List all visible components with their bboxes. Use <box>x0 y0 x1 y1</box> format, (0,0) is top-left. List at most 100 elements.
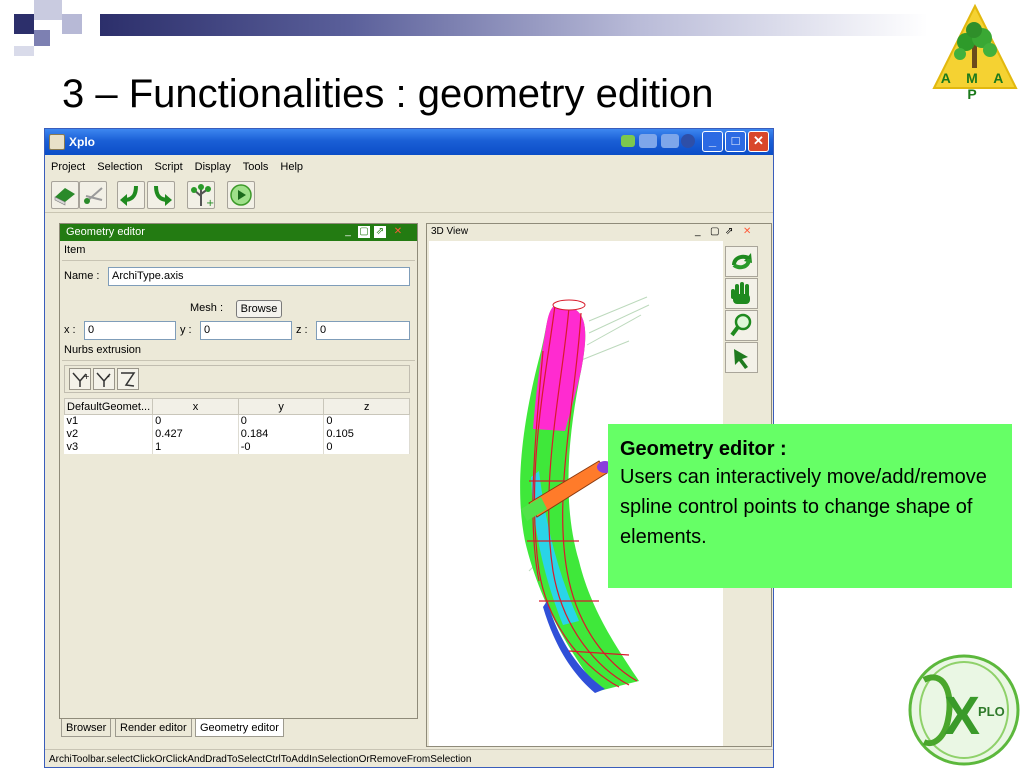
status-bar: ArchiToolbar.selectClickOrClickAndDradTo… <box>45 749 773 767</box>
eraser-icon <box>54 188 75 206</box>
undo-button[interactable] <box>147 181 175 209</box>
table-row[interactable]: v3 1 -0 0 <box>64 441 410 454</box>
menu-selection[interactable]: Selection <box>97 161 142 173</box>
panel-maximize-icon[interactable]: ▢ <box>358 226 370 238</box>
rotate-icon <box>732 253 752 270</box>
x-label: x : <box>64 324 76 336</box>
svg-text:+: + <box>83 372 90 381</box>
table-cell[interactable]: v1 <box>64 414 154 428</box>
scissors-icon <box>84 187 103 204</box>
undo-arrow-icon <box>154 185 172 206</box>
amap-logo-text: A M A P <box>940 70 1010 102</box>
item-label: Item <box>64 244 86 256</box>
rotate-tool-button[interactable] <box>725 246 758 277</box>
hand-pan-icon <box>731 282 750 304</box>
panel-minimize-icon[interactable]: _ <box>342 226 354 238</box>
titlebar-extras-icon[interactable] <box>621 133 699 150</box>
3d-view-header[interactable]: 3D View _ ▢ ⇗ ✕ <box>427 224 771 240</box>
z-field[interactable]: 0 <box>316 321 410 340</box>
close-button[interactable]: ✕ <box>748 131 769 152</box>
table-cell[interactable]: 0.427 <box>152 428 239 441</box>
table-cell[interactable]: -0 <box>238 441 325 454</box>
tab-render-editor[interactable]: Render editor <box>115 719 192 737</box>
callout-heading: Geometry editor : <box>620 438 787 460</box>
table-header-y[interactable]: y <box>237 398 325 415</box>
corner-square-light <box>62 14 82 34</box>
mesh-label: Mesh : <box>190 302 224 314</box>
tab-geometry-editor[interactable]: Geometry editor <box>195 719 284 737</box>
x-field[interactable]: 0 <box>84 321 176 340</box>
view-close-icon[interactable]: ✕ <box>743 224 751 240</box>
play-button[interactable] <box>227 181 255 209</box>
table-row[interactable]: v1 0 0 0 <box>64 414 410 428</box>
redo-button[interactable] <box>117 181 145 209</box>
y-field[interactable]: 0 <box>200 321 292 340</box>
menubar: Project Selection Script Display Tools H… <box>45 155 773 179</box>
window-titlebar[interactable]: Xplo _ □ ✕ <box>45 129 773 155</box>
table-cell[interactable]: 0.184 <box>238 428 325 441</box>
corner-square-dark <box>14 14 34 34</box>
browse-button[interactable]: Browse <box>236 300 282 318</box>
maximize-button[interactable]: □ <box>725 131 746 152</box>
menu-tools[interactable]: Tools <box>243 161 269 173</box>
table-cell[interactable]: 0 <box>323 414 410 428</box>
table-cell[interactable]: v3 <box>64 441 154 454</box>
plant-add-button[interactable]: + <box>187 181 215 209</box>
table-header-z[interactable]: z <box>323 398 410 415</box>
remove-point-button[interactable]: - <box>93 368 115 390</box>
pan-tool-button[interactable] <box>725 278 758 309</box>
table-header-row: DefaultGeomet... x y z <box>63 398 410 415</box>
panel-tabs: Browser Render editor Geometry editor <box>59 719 418 741</box>
table-cell[interactable]: 0.105 <box>323 428 410 441</box>
table-header-name[interactable]: DefaultGeomet... <box>63 398 154 415</box>
name-label: Name : <box>64 270 100 282</box>
menu-display[interactable]: Display <box>195 161 231 173</box>
zoom-tool-button[interactable] <box>725 310 758 341</box>
add-point-icon: + <box>72 372 90 387</box>
table-row[interactable]: v2 0.427 0.184 0.105 <box>64 428 410 441</box>
menu-script[interactable]: Script <box>155 161 183 173</box>
menu-project[interactable]: Project <box>51 161 85 173</box>
svg-text:-: - <box>107 372 110 381</box>
callout-box: Geometry editor : Users can interactivel… <box>608 424 1012 588</box>
slide-title: 3 – Functionalities : geometry edition <box>62 72 714 116</box>
remove-point-icon: - <box>96 372 111 387</box>
eraser-button[interactable] <box>51 181 79 209</box>
table-cell[interactable]: 1 <box>152 441 239 454</box>
panel-close-icon[interactable]: ✕ <box>392 226 404 238</box>
panel-float-icon[interactable]: ⇗ <box>374 226 386 238</box>
divider <box>62 260 415 261</box>
menu-help[interactable]: Help <box>280 161 303 173</box>
svg-text:+: + <box>206 198 214 208</box>
edit-spline-button[interactable] <box>117 368 139 390</box>
corner-square-mid <box>34 30 50 46</box>
svg-text:X: X <box>944 686 980 746</box>
geometry-editor-header[interactable]: Geometry editor _ ▢ ⇗ ✕ <box>60 224 417 241</box>
table-cell[interactable]: 0 <box>323 441 410 454</box>
edit-spline-icon <box>121 372 136 387</box>
name-field[interactable]: ArchiType.axis <box>108 267 410 286</box>
nurbs-extrusion-label: Nurbs extrusion <box>64 344 142 356</box>
add-point-button[interactable]: + <box>69 368 91 390</box>
view-minimize-icon[interactable]: _ <box>695 224 701 240</box>
callout-body: Users can interactively move/add/remove … <box>620 466 987 548</box>
table-cell[interactable]: 0 <box>238 414 325 428</box>
view-float-icon[interactable]: ⇗ <box>725 224 733 240</box>
table-cell[interactable]: v2 <box>64 428 154 441</box>
geometry-editor-title: Geometry editor <box>66 226 145 238</box>
control-points-table: DefaultGeomet... x y z v1 0 0 0 v2 0.427… <box>63 398 410 454</box>
java-app-icon <box>49 134 65 150</box>
minimize-button[interactable]: _ <box>702 131 723 152</box>
scissors-button[interactable] <box>79 181 107 209</box>
y-label: y : <box>180 324 192 336</box>
play-icon <box>230 184 252 206</box>
table-header-x[interactable]: x <box>152 398 239 415</box>
select-tool-button[interactable] <box>725 342 758 373</box>
view-maximize-icon[interactable]: ▢ <box>710 224 719 240</box>
xplo-logo: X PLO <box>902 650 1022 766</box>
header-gradient-bar <box>100 14 928 36</box>
tab-browser[interactable]: Browser <box>61 719 112 737</box>
select-arrow-icon <box>734 349 748 369</box>
xplo-logo-icon: X PLO <box>908 654 1020 766</box>
table-cell[interactable]: 0 <box>152 414 239 428</box>
